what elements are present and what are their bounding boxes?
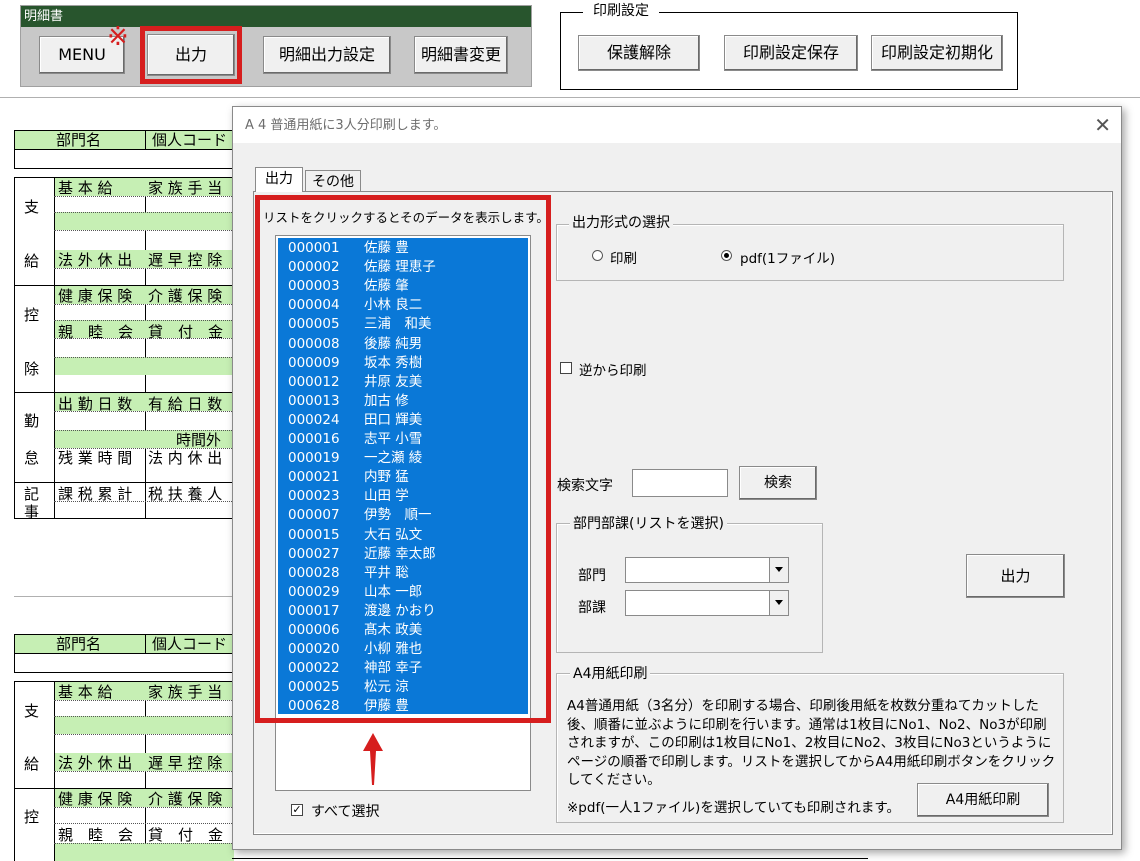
print-settings-title: 印刷設定	[583, 2, 659, 20]
dialog-title: A 4 普通用紙に3人分印刷します。	[233, 107, 1121, 143]
leave-allowance-cell: 法 外 休 出	[58, 251, 133, 269]
a4-print-note: ※pdf(一人1ファイル)を選択していても印刷されます。	[567, 800, 900, 816]
tab-output[interactable]: 出力	[255, 167, 303, 192]
fellowship-cell: 親 睦 会	[58, 323, 134, 341]
save-print-settings-button[interactable]: 印刷設定保存	[724, 35, 858, 71]
unprotect-button[interactable]: 保護解除	[578, 35, 700, 71]
family-allowance-cell-2: 家 族 手 当	[148, 683, 223, 701]
pay-label-2b: 給	[24, 755, 40, 773]
radio-print-label: 印刷	[610, 251, 637, 267]
dept-header-2: 部門名	[56, 635, 102, 653]
deduction-label-2: 除	[24, 360, 40, 378]
meisai-panel: 明細書 MENU ※ 出力 明細出力設定 明細書変更	[20, 5, 532, 87]
close-icon[interactable]: ✕	[1094, 113, 1111, 137]
care-insurance-cell-2: 介 護 保 険	[148, 790, 223, 808]
section-label: 部課	[578, 600, 606, 616]
radio-pdf-label: pdf(1ファイル)	[740, 251, 836, 267]
overtime-hours-cell: 残 業 時 間	[58, 449, 133, 467]
chevron-down-icon[interactable]	[769, 558, 788, 582]
early-leave-cell: 遅 早 控 除	[148, 251, 223, 269]
health-insurance-cell: 健 康 保 険	[58, 287, 133, 305]
up-arrow-icon	[363, 733, 383, 785]
dept-combobox[interactable]	[625, 557, 789, 583]
section-combobox[interactable]	[625, 590, 789, 616]
taxable-total-cell: 課 税 累 計	[58, 485, 133, 503]
loan-cell-2: 貸 付 金	[148, 826, 224, 844]
meisai-panel-title: 明細書	[21, 6, 531, 27]
a4-print-title: A4用紙印刷	[570, 665, 651, 683]
base-pay-cell-2: 基 本 給	[58, 683, 113, 701]
divider	[0, 97, 1140, 98]
deduction-label-1b: 控	[24, 808, 40, 826]
reverse-print-label: 逆から印刷	[579, 363, 647, 379]
loan-cell: 貸 付 金	[148, 323, 224, 341]
paid-leave-days-cell: 有 給 日 数	[148, 395, 223, 413]
search-button[interactable]: 検索	[739, 466, 817, 500]
legal-holiday-cell: 法 内 休 出	[148, 449, 223, 467]
base-pay-cell: 基 本 給	[58, 179, 113, 197]
reset-print-settings-button[interactable]: 印刷設定初期化	[871, 35, 1003, 71]
list-highlight-box	[255, 195, 551, 723]
a4-print-description: A4普通用紙（3名分）を印刷する場合、印刷後用紙を枚数分重ねてカットした後、順番…	[567, 698, 1056, 788]
dept-section-title: 部門部課(リストを選択)	[570, 515, 727, 533]
search-label: 検索文字	[557, 478, 613, 494]
output-button[interactable]: 出力	[147, 34, 235, 76]
fellowship-cell-2: 親 睦 会	[58, 826, 134, 844]
care-insurance-cell: 介 護 保 険	[148, 287, 223, 305]
print-dialog: A 4 普通用紙に3人分印刷します。 ✕ 出力 その他 リストをクリックするとそ…	[232, 106, 1122, 850]
leave-allowance-cell-2: 法 外 休 出	[58, 754, 133, 772]
personal-code-header-2: 個人コード	[152, 635, 228, 653]
notes-label-2: 事	[24, 503, 40, 521]
check-mark-icon: ✓	[292, 803, 302, 816]
select-all-checkbox[interactable]: ✓	[291, 804, 303, 816]
pay-label-1: 支	[24, 198, 40, 216]
radio-pdf[interactable]	[721, 250, 732, 261]
dept-label: 部門	[578, 568, 606, 584]
change-meisai-button[interactable]: 明細書変更	[414, 36, 508, 74]
chevron-down-icon[interactable]	[769, 591, 788, 615]
work-days-cell: 出 勤 日 数	[58, 395, 133, 413]
dept-header: 部門名	[56, 131, 102, 149]
pay-label-2: 給	[24, 252, 40, 270]
cross-mark-icon: ※	[107, 22, 129, 52]
pay-label-1b: 支	[24, 702, 40, 720]
personal-code-header: 個人コード	[152, 131, 228, 149]
attendance-label-2: 怠	[24, 449, 40, 467]
dialog-output-button[interactable]: 出力	[966, 554, 1065, 598]
output-format-title: 出力形式の選択	[569, 214, 673, 232]
tax-dependents-cell: 税 扶 養 人	[148, 485, 223, 503]
radio-print[interactable]	[592, 250, 603, 261]
attendance-label-1: 勤	[24, 412, 40, 430]
tab-other[interactable]: その他	[305, 170, 361, 192]
sheet-divider	[14, 596, 234, 597]
dept-section-group	[556, 523, 823, 653]
a4-print-button[interactable]: A4用紙印刷	[917, 783, 1049, 817]
health-insurance-cell-2: 健 康 保 険	[58, 790, 133, 808]
early-leave-cell-2: 遅 早 控 除	[148, 754, 223, 772]
reverse-print-checkbox[interactable]	[560, 362, 572, 374]
detail-output-settings-button[interactable]: 明細出力設定	[263, 36, 391, 74]
family-allowance-cell: 家 族 手 当	[148, 179, 223, 197]
search-input[interactable]	[632, 469, 728, 497]
select-all-label: すべて選択	[311, 804, 380, 820]
deduction-label-1: 控	[24, 306, 40, 324]
